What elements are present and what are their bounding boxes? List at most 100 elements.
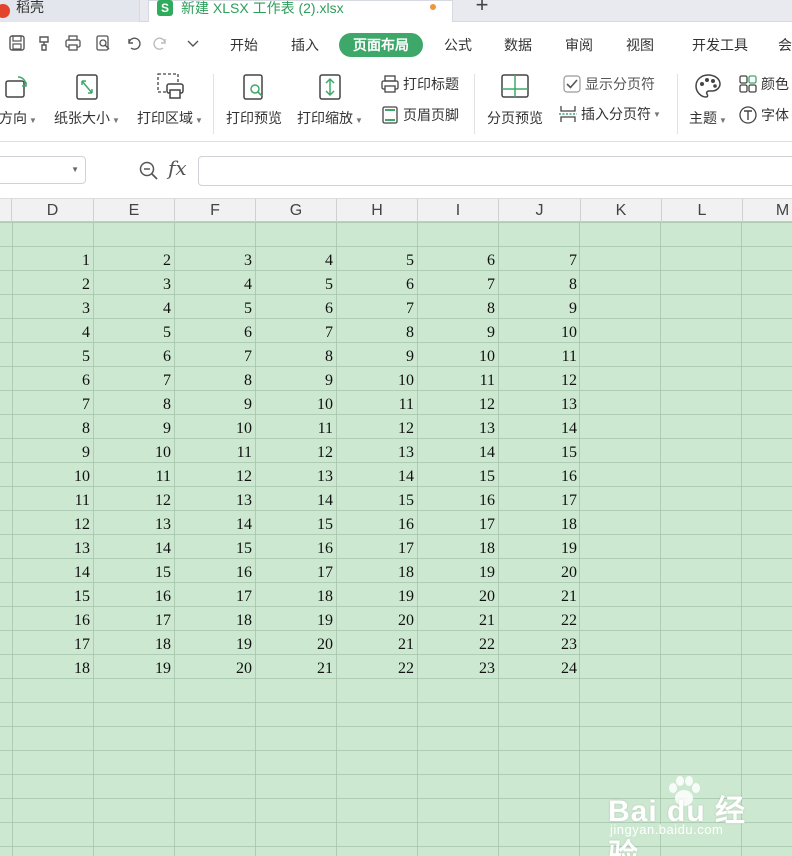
sheet-cell[interactable]: 14 <box>175 512 256 536</box>
sheet-cell[interactable]: 23 <box>499 632 581 656</box>
print-scale-button[interactable]: 打印缩放 ▼ <box>294 72 366 128</box>
sheet-cell[interactable]: 21 <box>337 632 418 656</box>
sheet-cell[interactable]: 11 <box>175 440 256 464</box>
redo-icon[interactable] <box>150 32 172 54</box>
insert-page-break-button[interactable]: 插入分页符 ▼ <box>558 104 661 124</box>
page-break-preview-button[interactable]: 分页预览 <box>482 72 548 128</box>
tab-docer-home[interactable]: 稻壳 <box>0 0 140 22</box>
sheet-cell[interactable]: 11 <box>499 344 581 368</box>
sheet-cell[interactable]: 7 <box>499 248 581 272</box>
sheet-cell[interactable]: 9 <box>94 416 175 440</box>
header-footer-button[interactable]: 页眉页脚 <box>380 105 459 125</box>
sheet-cell[interactable]: 14 <box>337 464 418 488</box>
column-header-h[interactable]: H <box>337 199 418 222</box>
sheet-cell[interactable]: 12 <box>12 512 94 536</box>
sheet-cell[interactable]: 14 <box>12 560 94 584</box>
sheet-cell[interactable]: 2 <box>12 272 94 296</box>
sheet-cell[interactable]: 16 <box>12 608 94 632</box>
sheet-cell[interactable]: 6 <box>256 296 337 320</box>
sheet-cell[interactable]: 20 <box>418 584 499 608</box>
sheet-cell[interactable]: 16 <box>337 512 418 536</box>
save-icon[interactable] <box>6 32 28 54</box>
sheet-cell[interactable]: 19 <box>94 656 175 680</box>
fx-icon[interactable]: fx <box>168 156 187 180</box>
sheet-cell[interactable]: 18 <box>418 536 499 560</box>
sheet-cell[interactable]: 11 <box>256 416 337 440</box>
sheet-cell[interactable]: 22 <box>337 656 418 680</box>
sheet-cell[interactable]: 8 <box>256 344 337 368</box>
sheet-cell[interactable]: 6 <box>418 248 499 272</box>
sheet-cell[interactable]: 4 <box>12 320 94 344</box>
sheet-cell[interactable]: 17 <box>337 536 418 560</box>
sheet-cell[interactable]: 17 <box>175 584 256 608</box>
column-header-i[interactable]: I <box>418 199 499 222</box>
sheet-cell[interactable]: 15 <box>337 488 418 512</box>
sheet-cell[interactable]: 11 <box>94 464 175 488</box>
sheet-cell[interactable]: 13 <box>94 512 175 536</box>
menu-item-insert[interactable]: 插入 <box>283 33 327 57</box>
sheet-cell[interactable]: 12 <box>175 464 256 488</box>
menu-item-review[interactable]: 审阅 <box>557 33 601 57</box>
sheet-cell[interactable]: 12 <box>337 416 418 440</box>
sheet-cell[interactable]: 10 <box>94 440 175 464</box>
sheet-cell[interactable]: 12 <box>256 440 337 464</box>
sheet-cell[interactable]: 16 <box>175 560 256 584</box>
sheet-cell[interactable]: 9 <box>256 368 337 392</box>
sheet-cell[interactable]: 6 <box>337 272 418 296</box>
sheet-cell[interactable]: 10 <box>175 416 256 440</box>
show-page-breaks-checkbox[interactable]: 显示分页符 <box>562 74 655 94</box>
formula-input[interactable] <box>198 156 792 186</box>
print-titles-button[interactable]: 打印标题 <box>380 74 459 94</box>
column-header-d[interactable]: D <box>12 199 94 222</box>
sheet-cell[interactable]: 10 <box>12 464 94 488</box>
sheet-cell[interactable]: 8 <box>418 296 499 320</box>
sheet-cell[interactable]: 18 <box>175 608 256 632</box>
sheet-cell[interactable]: 10 <box>337 368 418 392</box>
sheet-cell[interactable]: 20 <box>337 608 418 632</box>
sheet-cell[interactable]: 8 <box>12 416 94 440</box>
sheet-cell[interactable]: 23 <box>418 656 499 680</box>
sheet-cell[interactable]: 18 <box>337 560 418 584</box>
sheet-cell[interactable]: 21 <box>418 608 499 632</box>
sheet-cell[interactable]: 9 <box>499 296 581 320</box>
format-painter-icon[interactable] <box>34 32 56 54</box>
print-area-button[interactable]: 打印区域 ▼ <box>132 72 208 128</box>
menu-item-view[interactable]: 视图 <box>618 33 662 57</box>
menu-item-formulas[interactable]: 公式 <box>436 33 480 57</box>
sheet-cell[interactable]: 8 <box>499 272 581 296</box>
column-header-j[interactable]: J <box>499 199 581 222</box>
sheet-cell[interactable]: 8 <box>337 320 418 344</box>
sheet-cell[interactable]: 12 <box>418 392 499 416</box>
sheet-cell[interactable]: 22 <box>418 632 499 656</box>
sheet-cell[interactable]: 8 <box>175 368 256 392</box>
sheet-cell[interactable]: 5 <box>12 344 94 368</box>
sheet-cell[interactable]: 18 <box>256 584 337 608</box>
orientation-button[interactable]: 方向 ▼ <box>0 72 40 128</box>
sheet-cell[interactable]: 10 <box>256 392 337 416</box>
sheet-cell[interactable]: 9 <box>418 320 499 344</box>
sheet-grid[interactable]: 1 2 3 4 5 6 7 2 3 4 5 6 7 8 3 4 5 6 7 8 9 4 5 6 7 8 9 10 5 6 7 8 9 10 11 6 7… <box>0 222 792 856</box>
sheet-cell[interactable]: 13 <box>12 536 94 560</box>
sheet-cell[interactable]: 19 <box>256 608 337 632</box>
sheet-cell[interactable]: 4 <box>256 248 337 272</box>
sheet-cell[interactable]: 16 <box>499 464 581 488</box>
sheet-cell[interactable]: 5 <box>337 248 418 272</box>
column-header-cut[interactable] <box>0 199 12 222</box>
sheet-cell[interactable]: 13 <box>256 464 337 488</box>
sheet-cell[interactable]: 16 <box>418 488 499 512</box>
column-header-m[interactable]: M <box>743 199 792 222</box>
sheet-cell[interactable]: 7 <box>175 344 256 368</box>
menu-item-member[interactable]: 会 <box>778 33 792 57</box>
sheet-cell[interactable]: 19 <box>418 560 499 584</box>
sheet-cell[interactable]: 15 <box>94 560 175 584</box>
sheet-cell[interactable]: 8 <box>94 392 175 416</box>
sheet-cell[interactable]: 10 <box>499 320 581 344</box>
sheet-cell[interactable]: 12 <box>499 368 581 392</box>
name-box-chevron-icon[interactable]: ▼ <box>71 165 79 174</box>
menu-item-page-layout[interactable]: 页面布局 <box>339 33 423 57</box>
sheet-cell[interactable]: 16 <box>94 584 175 608</box>
sheet-cell[interactable]: 14 <box>256 488 337 512</box>
sheet-cell[interactable]: 7 <box>256 320 337 344</box>
menu-item-data[interactable]: 数据 <box>496 33 540 57</box>
sheet-cell[interactable]: 16 <box>256 536 337 560</box>
